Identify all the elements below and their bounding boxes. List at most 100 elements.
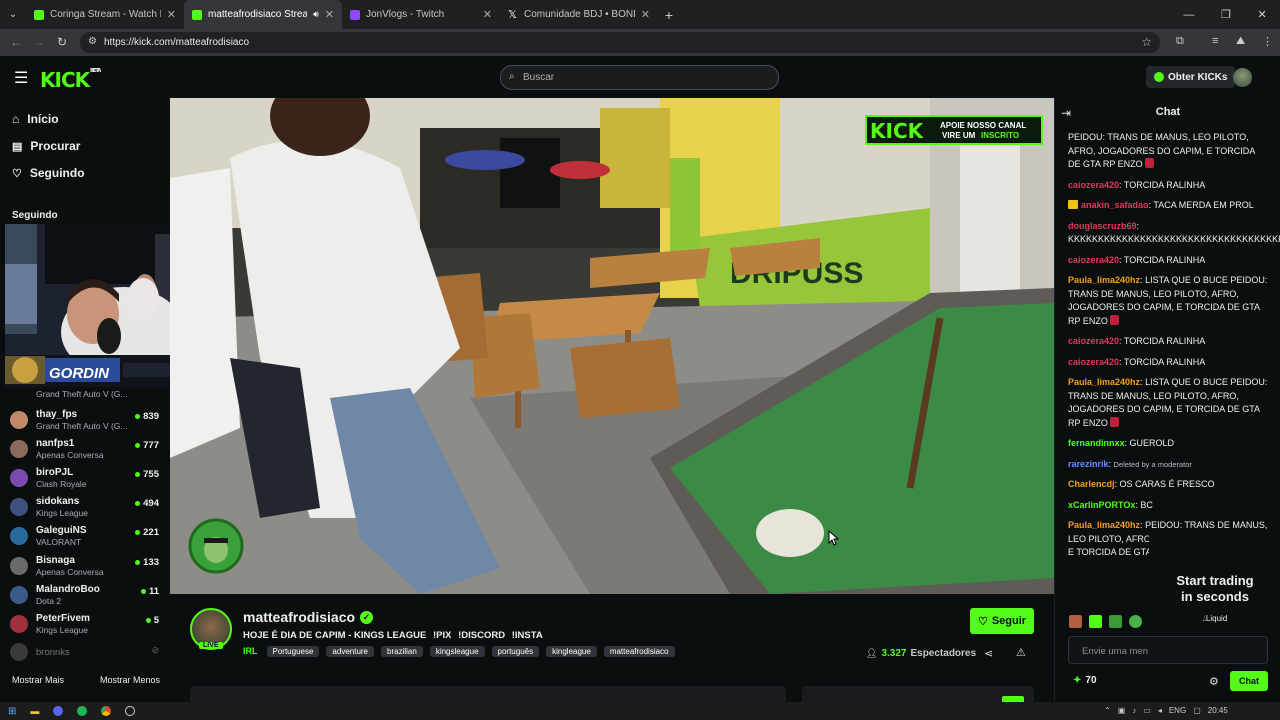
live-dot-icon bbox=[135, 560, 141, 565]
windows-start-icon[interactable]: ⊞ bbox=[8, 706, 16, 717]
kick-points[interactable]: ✦ 70 bbox=[1073, 675, 1097, 686]
live-dot-icon bbox=[145, 618, 151, 623]
browser-tab[interactable]: Coringa Stream - Watch Live on ✕ bbox=[26, 0, 184, 29]
nav-item-seguindo[interactable]: ♡ Seguindo bbox=[0, 160, 170, 186]
get-kicks-button[interactable]: Obter KICKs bbox=[1146, 66, 1236, 88]
chat-username[interactable]: caiozera420 bbox=[1068, 336, 1119, 346]
emote-icon[interactable] bbox=[1109, 615, 1122, 628]
share-icon[interactable]: ⋖ bbox=[984, 647, 993, 660]
chat-settings-gear-icon[interactable]: ⚙ bbox=[1209, 675, 1219, 688]
clock[interactable]: 20:45 bbox=[1208, 706, 1228, 715]
following-channel-item[interactable]: PeterFivem Kings League 5 bbox=[8, 611, 163, 640]
close-tab-icon[interactable]: ✕ bbox=[167, 8, 176, 21]
new-tab-button[interactable]: + bbox=[658, 7, 680, 23]
chat-username[interactable]: rarezinrik bbox=[1068, 459, 1109, 469]
chat-input[interactable]: Envie uma men bbox=[1068, 636, 1268, 664]
tag-pill[interactable]: brazilian bbox=[381, 645, 423, 657]
nav-item-inicio[interactable]: ⌂ Início bbox=[0, 106, 170, 132]
mic-icon[interactable]: ♪ bbox=[1132, 706, 1136, 715]
chat-username[interactable]: Paula_lima240hz bbox=[1068, 377, 1140, 387]
hamburger-menu-icon[interactable]: ☰ bbox=[14, 68, 28, 88]
channel-name[interactable]: matteafrodisiaco ✓ bbox=[243, 609, 374, 625]
following-channel-item[interactable]: Bisnaga Apenas Conversa 133 bbox=[8, 553, 163, 582]
offline-channel[interactable]: bronnks ⊘ bbox=[8, 642, 163, 662]
tag-pill[interactable]: português bbox=[491, 645, 540, 657]
back-icon[interactable]: ← bbox=[10, 35, 22, 49]
notification-icon[interactable]: ▢ bbox=[1193, 706, 1201, 715]
video-player[interactable]: DRIPUSS KICK APOIE NOSSO CANAL VIRE UM I… bbox=[170, 98, 1054, 594]
close-tab-icon[interactable]: ✕ bbox=[325, 8, 334, 21]
nav-item-procurar[interactable]: ▤ Procurar bbox=[0, 133, 170, 159]
bookmark-star-icon[interactable]: ☆ bbox=[1141, 35, 1152, 49]
file-explorer-icon[interactable]: ▬ bbox=[30, 706, 39, 716]
speaker-icon[interactable]: 🔊︎ bbox=[313, 9, 319, 20]
tag-pill[interactable]: kingsleague bbox=[429, 645, 485, 657]
show-less-button[interactable]: Mostrar Menos bbox=[100, 675, 160, 685]
network-icon[interactable]: ▭ bbox=[1143, 706, 1151, 715]
chat-username[interactable]: xCarlinPORTOx bbox=[1068, 500, 1135, 510]
media-control-icon[interactable]: ≡ bbox=[1212, 35, 1218, 47]
chat-username[interactable]: anakin_safadao bbox=[1081, 200, 1149, 210]
forward-icon[interactable]: → bbox=[33, 35, 45, 49]
chat-username[interactable]: fernandinnxx bbox=[1068, 438, 1125, 448]
chat-username[interactable]: Charlencdj bbox=[1068, 479, 1115, 489]
show-more-button[interactable]: Mostrar Mais bbox=[12, 675, 64, 685]
chat-username[interactable]: caiozera420 bbox=[1068, 255, 1119, 265]
tray-chevron-icon[interactable]: ⌃ bbox=[1104, 706, 1111, 715]
chat-username[interactable]: Paula_lima240hz bbox=[1068, 520, 1140, 530]
minimize-icon[interactable]: — bbox=[1183, 9, 1194, 21]
tag-pill[interactable]: Portuguese bbox=[266, 645, 320, 657]
language-indicator[interactable]: ENG bbox=[1169, 706, 1186, 715]
chat-ad[interactable]: Start trading in seconds 💧︎Liquid bbox=[1149, 530, 1280, 635]
sidebar: ⌂ Início ▤ Procurar ♡ Seguindo Seguindo bbox=[0, 98, 201, 702]
report-icon[interactable]: ⚠ bbox=[1016, 646, 1026, 659]
emote-icon[interactable] bbox=[1129, 615, 1142, 628]
overlay-name-text: GORDIN bbox=[49, 365, 110, 382]
browser-tab[interactable]: 𝕏 Comunidade BDJ • BONDE DO ✕ bbox=[500, 0, 658, 29]
channel-name: thay_fps bbox=[36, 409, 78, 420]
emote-icon bbox=[1110, 314, 1120, 325]
emote-icon[interactable] bbox=[1069, 615, 1082, 628]
tray-app-icon[interactable]: ▣ bbox=[1118, 706, 1126, 715]
url-field[interactable]: ⚙ https://kick.com/matteafrodisiaco ☆ bbox=[80, 32, 1160, 53]
discord-icon[interactable] bbox=[53, 706, 64, 716]
extensions-icon[interactable]: ⧉ bbox=[1176, 35, 1184, 48]
emote-icon[interactable] bbox=[1089, 615, 1102, 628]
site-info-icon[interactable]: ⚙ bbox=[88, 36, 97, 47]
following-channel-item[interactable]: MalandroBoo Dota 2 11 bbox=[8, 582, 163, 611]
following-channel-item[interactable]: biroPJL Clash Royale 755 bbox=[8, 465, 163, 494]
volume-icon[interactable]: ◂ bbox=[1158, 706, 1162, 715]
close-window-icon[interactable]: ✕ bbox=[1257, 8, 1266, 21]
chat-username[interactable]: douglascruzb69 bbox=[1068, 221, 1137, 231]
obs-icon[interactable] bbox=[125, 706, 136, 716]
close-tab-icon[interactable]: ✕ bbox=[483, 8, 492, 21]
tag-pill[interactable]: adventure bbox=[326, 645, 375, 657]
category-link[interactable]: IRL bbox=[243, 646, 258, 656]
browser-tab-bar: ⌄ Coringa Stream - Watch Live on ✕ matte… bbox=[0, 0, 1280, 29]
menu-kebab-icon[interactable]: ⋮ bbox=[1262, 35, 1273, 48]
browser-tab[interactable]: JonVlogs - Twitch ✕ bbox=[342, 0, 500, 29]
user-avatar[interactable] bbox=[1233, 68, 1252, 87]
following-channel-item[interactable]: sidokans Kings League 494 bbox=[8, 494, 163, 523]
reload-icon[interactable]: ↻ bbox=[57, 35, 67, 49]
tag-pill[interactable]: matteafrodisiaco bbox=[603, 645, 675, 657]
restore-icon[interactable]: ❐ bbox=[1221, 8, 1231, 21]
following-channel-item[interactable]: GaleguiNS VALORANT 221 bbox=[8, 523, 163, 552]
chat-username[interactable]: Paula_lima240hz bbox=[1068, 275, 1140, 285]
chat-username[interactable]: caiozera420 bbox=[1068, 357, 1119, 367]
follow-button[interactable]: ♡ Seguir bbox=[970, 608, 1034, 634]
following-channel-item[interactable]: thay_fps Grand Theft Auto V (G... 839 bbox=[8, 407, 163, 436]
browser-tab-active[interactable]: matteafrodisiaco Stream - W 🔊︎ ✕ bbox=[184, 0, 342, 29]
chat-username[interactable]: caiozera420 bbox=[1068, 180, 1119, 190]
tab-search-button[interactable]: ⌄ bbox=[0, 0, 26, 29]
close-tab-icon[interactable]: ✕ bbox=[641, 8, 650, 21]
following-channel-item[interactable]: nanfps1 Apenas Conversa 777 bbox=[8, 436, 163, 465]
search-input[interactable]: ⌕ Buscar bbox=[500, 65, 779, 90]
kick-logo[interactable]: KICKBETA bbox=[40, 68, 101, 92]
chat-send-button[interactable]: Chat bbox=[1230, 671, 1268, 691]
profile-icon[interactable]: ⛰ bbox=[1236, 35, 1245, 48]
chrome-icon[interactable] bbox=[101, 706, 112, 716]
tag-pill[interactable]: kingleague bbox=[546, 645, 597, 657]
spotify-icon[interactable] bbox=[77, 706, 88, 716]
emote-quick-bar bbox=[1069, 615, 1142, 628]
